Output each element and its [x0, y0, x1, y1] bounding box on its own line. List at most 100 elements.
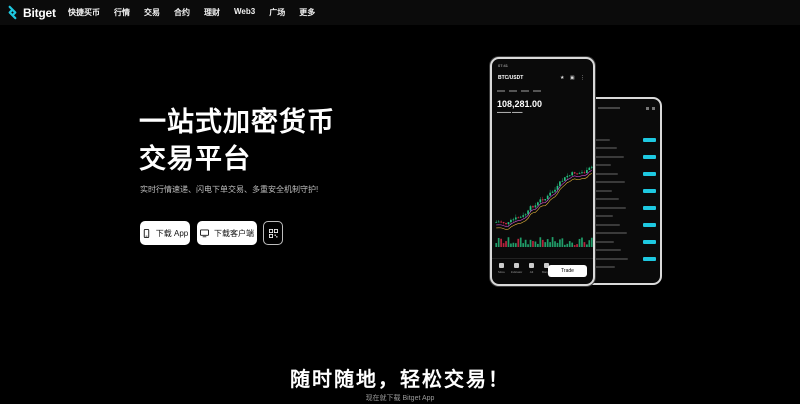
orderbook-tag	[643, 180, 656, 184]
nav-item-quick-buy[interactable]: 快捷买币	[68, 7, 100, 18]
candle-body	[544, 199, 547, 201]
nav-item-web3[interactable]: Web3	[234, 7, 255, 18]
nav-item-square[interactable]: 广场	[269, 7, 285, 18]
trading-pair-label: BTC/USDT	[498, 75, 524, 81]
candle-body	[568, 175, 571, 177]
orderbook-price-placeholder	[592, 189, 612, 192]
nav-item-more[interactable]: 更多	[299, 7, 315, 18]
indicator-icon[interactable]: Indicator	[511, 263, 522, 274]
phone-mockup-orderbook	[584, 97, 662, 285]
nav-item-markets[interactable]: 行情	[114, 7, 130, 18]
brand-logo[interactable]: Bitget	[5, 5, 56, 20]
volume-bar	[563, 244, 566, 247]
download-client-button[interactable]: 下载客户端	[197, 221, 257, 245]
hero-title-line-2: 交易平台	[139, 144, 251, 174]
hero-title-line-1: 一站式加密货币	[139, 107, 335, 137]
orderbook-tag	[643, 214, 656, 218]
candle-body	[554, 189, 556, 192]
volume-bar	[551, 237, 554, 247]
orderbook-tag	[643, 256, 656, 261]
orderbook-tag	[643, 222, 656, 227]
volume-bar	[586, 244, 588, 247]
volume-bar	[537, 243, 539, 247]
volume-bar	[507, 237, 510, 247]
top-nav: Bitget 快捷买币 行情 交易 合约 理财 Web3 广场 更多	[0, 0, 800, 25]
volume-bar	[571, 242, 574, 247]
orderbook-tag	[643, 248, 656, 252]
orderbook-row	[592, 214, 656, 219]
volume-bar	[559, 239, 561, 247]
orderbook-price-placeholder	[592, 257, 628, 260]
qr-code-button[interactable]	[263, 221, 283, 245]
candle-body	[563, 177, 566, 181]
brand-name: Bitget	[23, 5, 56, 20]
candle-body	[586, 170, 588, 174]
qr-code-icon	[268, 228, 278, 238]
nav-item-earn[interactable]: 理财	[204, 7, 220, 18]
volume-bar	[590, 237, 593, 247]
volume-bar	[546, 239, 549, 247]
phone-mockup-chart: 07:41 BTC/USDT ★ ▣ ⋮ 108,281.00 ▬▬▬▬ ▬▬▬…	[490, 57, 595, 286]
orderbook-tag	[643, 137, 656, 142]
volume-bar	[500, 238, 502, 247]
orderbook-tag	[643, 265, 656, 269]
orderbook-row	[592, 205, 656, 210]
candle-body	[590, 166, 593, 168]
volume-bar	[529, 239, 532, 247]
volume-bar	[568, 241, 571, 247]
volume-bar	[514, 243, 517, 247]
candle-body	[507, 222, 510, 225]
volume-bar	[541, 239, 544, 247]
volume-bar	[517, 238, 520, 247]
orderbook-row	[592, 180, 656, 185]
orderbook-row	[592, 197, 656, 202]
candle-body	[578, 173, 581, 174]
volume-bar	[524, 239, 527, 247]
orderbook-tag	[643, 197, 656, 201]
orderbook-header-icons	[592, 107, 655, 110]
orderbook-row	[592, 163, 656, 168]
phone-bottom-bar: More Indicator Alt Margin Trade	[492, 258, 593, 284]
candle-body	[534, 205, 537, 208]
candle-body	[537, 202, 539, 206]
candle-body	[529, 206, 532, 211]
orderbook-row	[592, 137, 656, 142]
candle-body	[517, 217, 520, 219]
candle-body	[522, 215, 525, 217]
orderbook-price-placeholder	[592, 232, 627, 234]
orderbook-tag	[643, 231, 656, 235]
volume-bar	[522, 243, 525, 247]
desktop-monitor-icon	[200, 228, 209, 237]
candle-body	[532, 206, 534, 208]
nav-item-trade[interactable]: 交易	[144, 7, 160, 18]
candlestick-chart	[495, 165, 593, 247]
trade-button[interactable]: Trade	[548, 265, 587, 277]
mobile-phone-icon	[143, 228, 149, 238]
volume-bar	[512, 242, 515, 247]
more-icon[interactable]: More	[497, 263, 506, 274]
download-client-label: 下载客户端	[214, 228, 254, 238]
volume-bar	[502, 243, 505, 247]
volume-bar	[549, 242, 551, 247]
orderbook-price-placeholder	[592, 172, 618, 175]
candle-body	[519, 216, 522, 218]
nav-item-futures[interactable]: 合约	[174, 7, 190, 18]
phone-toolbar-icons: ★ ▣ ⋮	[560, 75, 587, 81]
volume-bar	[556, 242, 559, 247]
download-app-button[interactable]: 下载 App	[140, 221, 190, 245]
orderbook-price-placeholder	[592, 147, 617, 149]
moving-average-line	[496, 169, 592, 227]
volume-bar	[497, 237, 500, 247]
volume-bar	[534, 241, 537, 247]
volume-bar	[519, 237, 522, 247]
volume-bar	[495, 243, 498, 247]
price-change-line: ▬▬▬▬ ▬▬▬	[497, 110, 523, 114]
orderbook-row	[592, 265, 656, 270]
volume-bar	[539, 237, 542, 247]
alert-icon[interactable]: Alt	[527, 263, 536, 274]
candle-body	[566, 175, 569, 178]
orderbook-tag	[643, 239, 656, 244]
orderbook-row	[592, 188, 656, 193]
orderbook-row	[592, 171, 656, 176]
volume-bar	[566, 243, 569, 247]
